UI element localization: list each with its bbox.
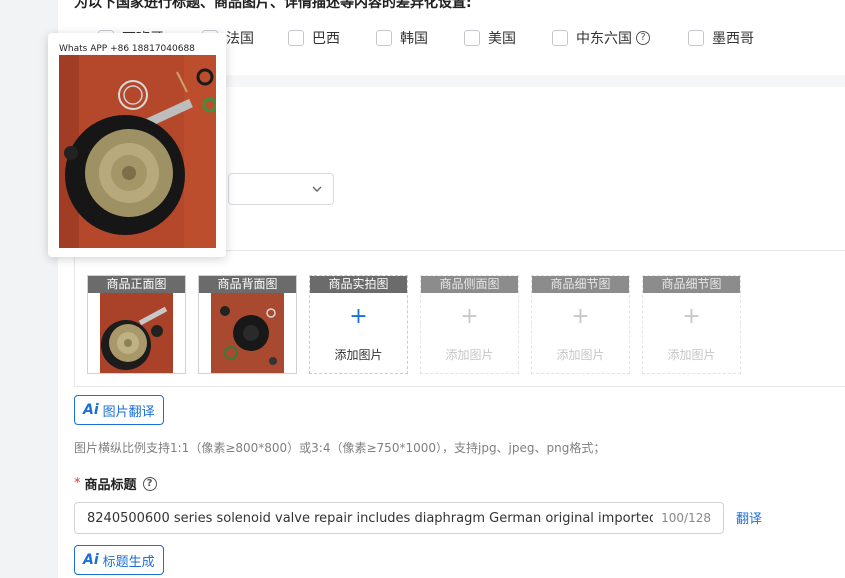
checkbox[interactable] xyxy=(376,30,392,46)
country-option-korea[interactable]: 韩国 xyxy=(376,28,428,48)
product-preview-image xyxy=(59,55,216,248)
image-translate-button[interactable]: Ai 图片翻译 xyxy=(74,395,164,425)
product-title-input[interactable]: 8240500600 series solenoid valve repair … xyxy=(74,502,724,534)
add-image-text: 添加图片 xyxy=(556,348,605,362)
plus-icon: + xyxy=(682,304,701,329)
title-generate-button[interactable]: Ai 标题生成 xyxy=(74,545,164,575)
country-differentiation-notice: 为以下国家进行标题、商品图片、详情描述等内容的差异化设置: xyxy=(74,0,472,11)
plus-icon: + xyxy=(349,304,368,329)
checkbox[interactable] xyxy=(288,30,304,46)
image-preview-popup: Whats APP +86 18817040688 xyxy=(48,33,226,257)
image-slot-detail-1: 商品细节图 + 添加图片 xyxy=(531,275,630,374)
add-image-text: 添加图片 xyxy=(334,348,383,362)
slot-label: 商品实拍图 xyxy=(310,276,407,293)
product-thumbnail-front xyxy=(100,293,173,373)
checkbox[interactable] xyxy=(464,30,480,46)
help-icon[interactable]: ? xyxy=(636,31,650,45)
slot-label: 商品背面图 xyxy=(199,276,296,293)
country-option-usa[interactable]: 美国 xyxy=(464,28,516,48)
slot-label: 商品细节图 xyxy=(643,276,740,293)
image-slot-front[interactable]: 商品正面图 xyxy=(87,275,186,374)
product-title-label: * 商品标题 ? xyxy=(74,474,157,493)
preview-watermark: Whats APP +86 18817040688 xyxy=(59,44,195,54)
translate-link[interactable]: 翻译 xyxy=(736,508,762,527)
slot-label: 商品侧面图 xyxy=(421,276,518,293)
slot-label: 商品细节图 xyxy=(532,276,629,293)
ai-icon: Ai xyxy=(83,552,99,568)
image-slot-side: 商品侧面图 + 添加图片 xyxy=(420,275,519,374)
plus-icon: + xyxy=(460,304,479,329)
add-image-text: 添加图片 xyxy=(667,348,716,362)
slot-label: 商品正面图 xyxy=(88,276,185,293)
add-image-text: 添加图片 xyxy=(445,348,494,362)
checkbox[interactable] xyxy=(552,30,568,46)
image-slot-actual-photo[interactable]: 商品实拍图 + 添加图片 xyxy=(309,275,408,374)
country-option-middle-east[interactable]: 中东六国 ? xyxy=(552,28,650,48)
chevron-down-icon xyxy=(312,186,322,192)
plus-icon: + xyxy=(571,304,590,329)
title-value: 8240500600 series solenoid valve repair … xyxy=(87,510,654,526)
country-option-brazil[interactable]: 巴西 xyxy=(288,28,340,48)
image-format-hint: 图片横纵比例支持1:1（像素≥800*800）或3:4（像素≥750*1000）… xyxy=(74,441,606,455)
product-thumbnail-back xyxy=(211,293,284,373)
country-option-mexico[interactable]: 墨西哥 xyxy=(688,28,754,48)
image-slot-back[interactable]: 商品背面图 xyxy=(198,275,297,374)
checkbox[interactable] xyxy=(688,30,704,46)
required-mark: * xyxy=(74,476,81,491)
image-slot-detail-2: 商品细节图 + 添加图片 xyxy=(642,275,741,374)
ai-icon: Ai xyxy=(83,402,99,418)
character-counter: 100/128 xyxy=(661,511,711,525)
help-icon[interactable]: ? xyxy=(142,476,157,491)
